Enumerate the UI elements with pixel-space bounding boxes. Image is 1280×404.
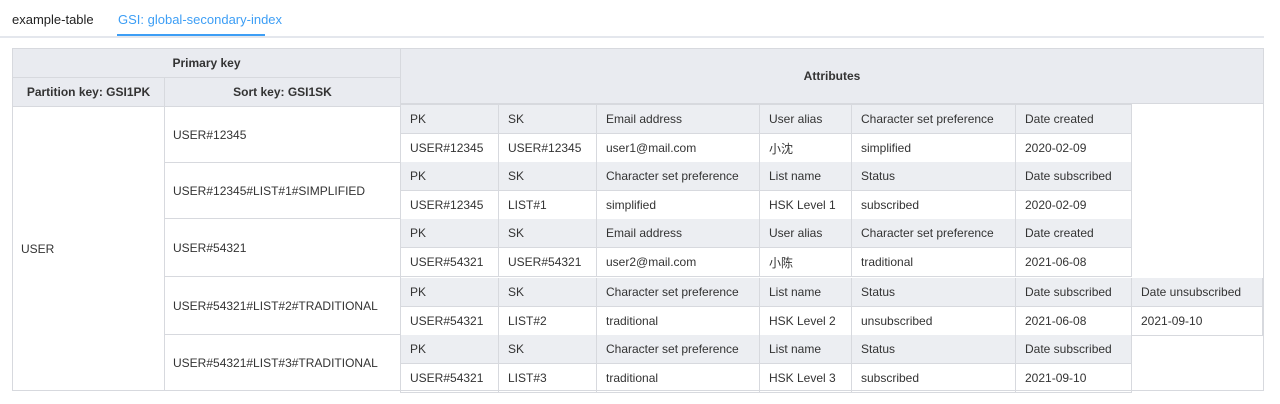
attr-value: USER#54321 [401,248,499,277]
attr-header: SK [499,105,597,134]
attr-value: USER#54321 [401,364,499,393]
attr-header: PK [401,278,499,307]
attr-header: List name [760,335,852,364]
attr-header: Status [852,278,1016,307]
attr-value: 2020-02-09 [1016,134,1132,163]
attr-header: Date created [1016,219,1132,248]
attr-header: User alias [760,105,852,134]
attr-header: PK [401,162,499,191]
attr-value: LIST#1 [499,191,597,220]
attr-header: PK [401,219,499,248]
attr-header: SK [499,335,597,364]
attr-value: subscribed [852,364,1016,393]
attr-value: subscribed [852,191,1016,220]
attr-header: User alias [760,219,852,248]
attr-value: unsubscribed [852,307,1016,336]
item-attributes: PK SK Email address User alias Character… [400,104,1132,163]
attr-value: user1@mail.com [597,134,760,163]
attr-header: Character set preference [597,162,760,191]
sort-key-cell: USER#54321 [164,218,401,277]
attr-value: traditional [597,307,760,336]
item-attributes: PK SK Character set preference List name… [400,335,1132,393]
primary-key-header: Primary key [12,48,401,78]
attr-value: traditional [597,364,760,393]
item-attributes: PK SK Email address User alias Character… [400,219,1132,277]
attr-header: Date subscribed [1016,162,1132,191]
attr-header: Character set preference [597,335,760,364]
attr-header: PK [401,335,499,364]
active-tab-underline [117,34,265,36]
sort-key-cell: USER#12345 [164,106,401,163]
attr-header: SK [499,219,597,248]
attr-value: 小陈 [760,248,852,277]
tab-example-table[interactable]: example-table [12,12,94,27]
attr-header: Date subscribed [1016,278,1132,307]
attr-value: 2021-09-10 [1132,307,1263,336]
item-attributes: PK SK Character set preference List name… [400,162,1132,220]
attr-header: Character set preference [852,105,1016,134]
attr-header: Date subscribed [1016,335,1132,364]
attr-header: Character set preference [597,278,760,307]
attr-value: 2021-09-10 [1016,364,1132,393]
attr-header: Email address [597,105,760,134]
attr-header: Date unsubscribed [1132,278,1263,307]
attr-header: Email address [597,219,760,248]
attr-value: 2021-06-08 [1016,307,1132,336]
attributes-header: Attributes [400,48,1264,104]
tab-gsi[interactable]: GSI: global-secondary-index [118,12,282,27]
sort-key-cell: USER#54321#LIST#3#TRADITIONAL [164,334,401,391]
attr-value: USER#12345 [499,134,597,163]
attr-value: LIST#2 [499,307,597,336]
attr-value: USER#54321 [401,307,499,336]
attr-value: USER#12345 [401,134,499,163]
attr-header: SK [499,162,597,191]
attr-header: List name [760,278,852,307]
partition-key-cell: USER [12,106,165,391]
attr-value: HSK Level 1 [760,191,852,220]
sort-key-cell: USER#54321#LIST#2#TRADITIONAL [164,276,401,335]
attr-value: simplified [597,191,760,220]
sort-key-header: Sort key: GSI1SK [164,77,401,107]
attr-value: user2@mail.com [597,248,760,277]
attr-header: PK [401,105,499,134]
partition-key-header: Partition key: GSI1PK [12,77,165,107]
attr-header: Status [852,335,1016,364]
attr-header: Status [852,162,1016,191]
attr-value: HSK Level 3 [760,364,852,393]
attr-value: LIST#3 [499,364,597,393]
attr-value: HSK Level 2 [760,307,852,336]
attr-value: USER#12345 [401,191,499,220]
attr-value: simplified [852,134,1016,163]
sort-key-cell: USER#12345#LIST#1#SIMPLIFIED [164,162,401,219]
attr-header: List name [760,162,852,191]
tab-bar: example-table GSI: global-secondary-inde… [0,0,1264,38]
attr-header: SK [499,278,597,307]
attr-value: 小沈 [760,134,852,163]
attr-value: traditional [852,248,1016,277]
attr-value: USER#54321 [499,248,597,277]
attr-header: Date created [1016,105,1132,134]
attr-value: 2021-06-08 [1016,248,1132,277]
attr-header: Character set preference [852,219,1016,248]
attr-value: 2020-02-09 [1016,191,1132,220]
item-attributes: PK SK Character set preference List name… [400,278,1263,336]
